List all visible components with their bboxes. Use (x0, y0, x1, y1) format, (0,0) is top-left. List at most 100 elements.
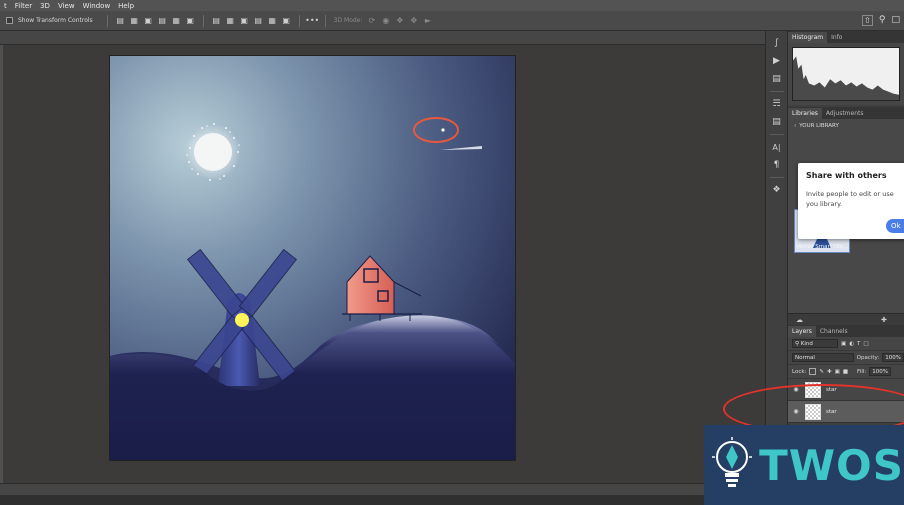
slide-3d-icon[interactable]: ✥ (409, 16, 418, 25)
show-transform-label: Show Transform Controls (18, 17, 93, 24)
bottom-strip (0, 495, 765, 505)
layer-thumbnail (805, 403, 821, 420)
more-options-button[interactable]: ••• (305, 16, 319, 25)
align-left-icon[interactable]: ▤ (158, 16, 167, 25)
libraries-tabs: Libraries Adjustments (788, 107, 904, 119)
divider (202, 14, 204, 27)
share-icon[interactable]: ⇧ (861, 15, 873, 26)
lightbulb-logo-icon (704, 425, 759, 505)
filter-shape-icon[interactable]: □ (863, 341, 868, 347)
distribute-left-icon[interactable]: ▤ (254, 16, 263, 25)
document-tab-bar[interactable] (0, 31, 765, 45)
3d-cube-icon[interactable]: ❖ (770, 184, 784, 196)
align-right-icon[interactable]: ▣ (186, 16, 195, 25)
distribute-right-icon[interactable]: ▣ (282, 16, 291, 25)
distribute-hcenter-icon[interactable]: ▦ (268, 16, 277, 25)
kind-label: Kind (800, 340, 813, 347)
layer-thumbnail (805, 381, 821, 398)
align-horizontal-center-icon[interactable]: ▦ (172, 16, 181, 25)
lock-all-icon[interactable]: ■ (843, 369, 848, 375)
distribute-center-icon[interactable]: ▦ (226, 16, 235, 25)
status-bar (0, 483, 765, 495)
filter-pixel-icon[interactable]: ▣ (841, 341, 846, 347)
align-vertical-center-icon[interactable]: ▦ (130, 16, 139, 25)
lock-label: Lock: (792, 368, 807, 375)
menu-item-view[interactable]: View (58, 2, 75, 10)
layer-name: star (826, 386, 837, 393)
histogram-panel (788, 43, 904, 105)
tab-histogram[interactable]: Histogram (788, 32, 828, 43)
workspace-icon[interactable]: □ (891, 15, 900, 26)
layers-tabs: Layers Channels (788, 325, 904, 337)
visibility-eye-icon[interactable]: ◉ (792, 408, 800, 415)
actions-play-icon[interactable]: ▶ (770, 55, 784, 67)
layer-name: star (826, 408, 837, 415)
brushes-icon[interactable]: ▤ (770, 73, 784, 85)
opacity-field[interactable]: 100% (882, 353, 904, 362)
cloud-icon[interactable]: ☁ (796, 316, 803, 324)
character-icon[interactable]: A| (770, 141, 784, 153)
document-canvas[interactable] (109, 55, 516, 461)
divider (298, 14, 300, 27)
blend-mode-value: Normal (795, 354, 815, 361)
library-header[interactable]: ‹ YOUR LIBRARY (788, 119, 904, 133)
menu-item-type[interactable]: t (4, 2, 7, 10)
options-bar: Show Transform Controls ▤ ▦ ▣ ▤ ▦ ▣ ▤ ▦ … (0, 11, 904, 31)
night-windmill-artwork (110, 56, 515, 460)
align-bottom-icon[interactable]: ▣ (144, 16, 153, 25)
tab-channels[interactable]: Channels (816, 326, 852, 337)
divider (769, 91, 784, 92)
tab-libraries[interactable]: Libraries (788, 108, 822, 119)
popup-body: Invite people to edit or use you library… (806, 190, 894, 208)
layer-blend-row: Normal Opacity: 100% (788, 351, 904, 365)
layer-kind-filter[interactable]: ⚲ Kind (792, 339, 838, 348)
blend-mode-select[interactable]: Normal (792, 353, 854, 362)
clone-source-icon[interactable]: ☴ (770, 98, 784, 110)
menu-item-filter[interactable]: Filter (15, 2, 32, 10)
library-body: Vector Smart Obj... Share with others In… (788, 133, 904, 313)
layer-row[interactable]: ◉ star (788, 379, 904, 401)
twos-watermark: TWOS (704, 425, 904, 505)
menu-item-window[interactable]: Window (83, 2, 111, 10)
popup-ok-button[interactable]: Ok (886, 219, 904, 233)
tab-info[interactable]: Info (827, 32, 846, 43)
search-icon[interactable]: ⚲ (879, 15, 886, 26)
show-transform-checkbox[interactable] (6, 17, 13, 24)
fill-field[interactable]: 100% (869, 367, 891, 376)
lock-transparent-icon[interactable] (809, 368, 817, 375)
3d-mode-label: 3D Mode: (333, 17, 363, 24)
histogram-graph (792, 47, 900, 101)
filter-adjustment-icon[interactable]: ◐ (849, 341, 854, 347)
share-popup: Share with others Invite people to edit … (798, 163, 904, 239)
drag-3d-icon[interactable]: ❖ (395, 16, 404, 25)
options-right-group: ⇧ ⚲ □ (861, 15, 900, 26)
divider (324, 14, 326, 27)
layer-filter-row: ⚲ Kind ▣ ◐ T □ (788, 337, 904, 351)
layer-row-selected[interactable]: ◉ star (788, 401, 904, 423)
distribute-top-icon[interactable]: ▤ (212, 16, 221, 25)
lock-move-icon[interactable]: ✚ (827, 369, 832, 375)
divider (769, 177, 784, 178)
menu-item-3d[interactable]: 3D (40, 2, 50, 10)
align-top-icon[interactable]: ▤ (116, 16, 125, 25)
divider (106, 14, 108, 27)
menu-item-help[interactable]: Help (118, 2, 134, 10)
tab-layers[interactable]: Layers (788, 326, 816, 337)
document-area (0, 31, 765, 505)
chevron-left-icon[interactable]: ‹ (794, 123, 796, 129)
brush-settings-icon[interactable]: ∫ (770, 37, 784, 49)
paragraph-icon[interactable]: ¶ (770, 159, 784, 171)
visibility-eye-icon[interactable]: ◉ (792, 386, 800, 393)
add-to-library-icon[interactable]: ✚ (881, 316, 887, 324)
properties-icon[interactable]: ▤ (770, 116, 784, 128)
scale-3d-icon[interactable]: ► (423, 16, 432, 25)
tools-panel-edge (0, 45, 3, 485)
roll-3d-icon[interactable]: ◉ (381, 16, 390, 25)
tab-adjustments[interactable]: Adjustments (822, 108, 868, 119)
fill-label: Fill: (857, 368, 867, 375)
lock-artboard-icon[interactable]: ▣ (835, 369, 840, 375)
orbit-3d-icon[interactable]: ⟳ (367, 16, 376, 25)
lock-paint-icon[interactable]: ✎ (819, 369, 824, 375)
distribute-bottom-icon[interactable]: ▣ (240, 16, 249, 25)
filter-type-icon[interactable]: T (857, 341, 860, 347)
